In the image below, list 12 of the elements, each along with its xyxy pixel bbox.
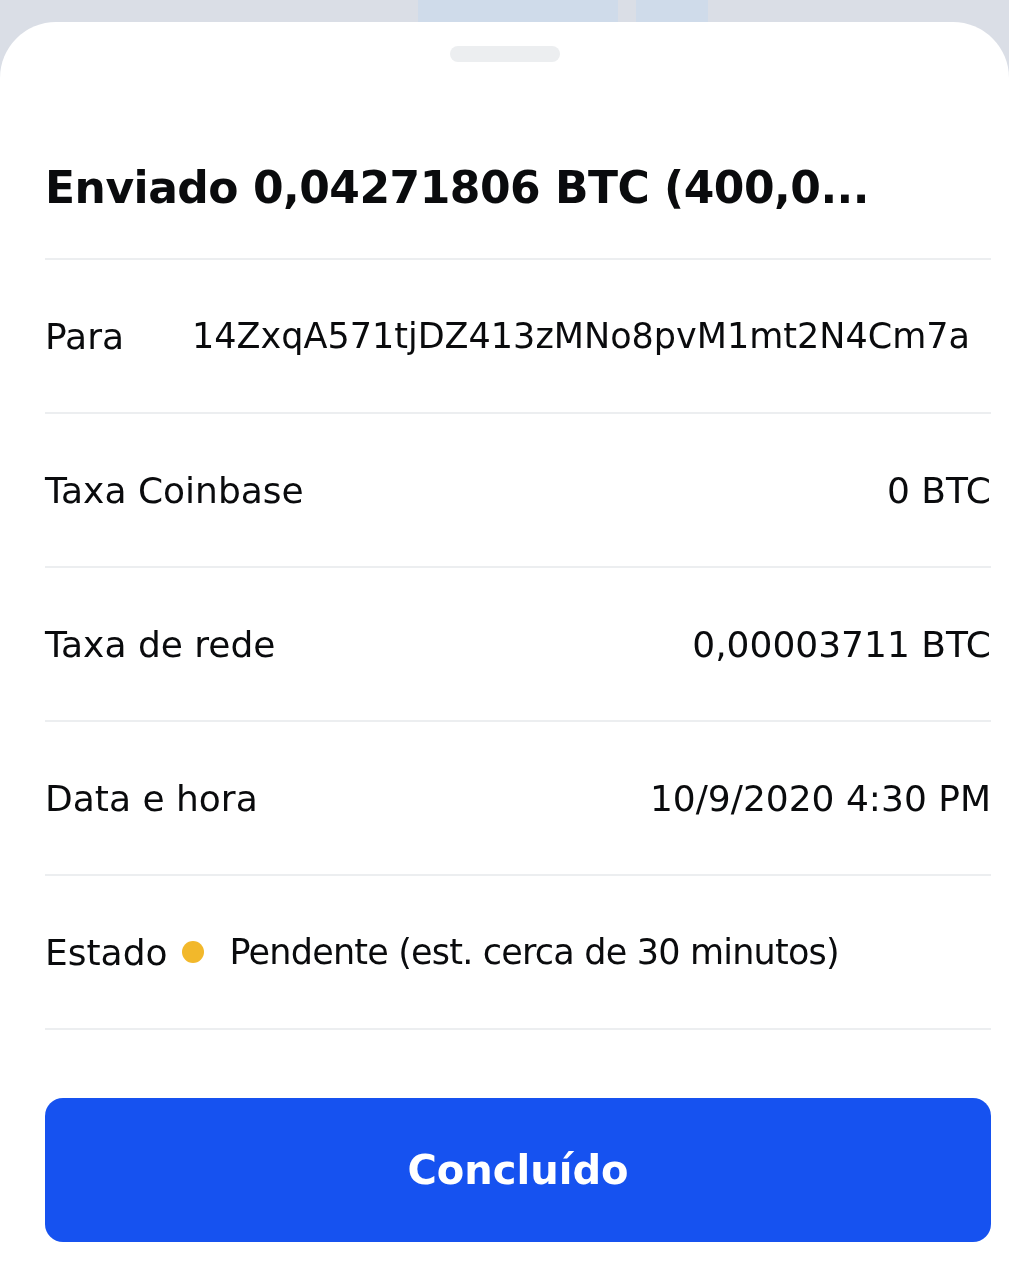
- row-value: 0 BTC: [886, 469, 991, 511]
- row-value: 14ZxqA571tjDZ413zMNo8pvM1mt2N4Cm7a: [192, 315, 970, 358]
- row-label: Taxa de rede: [45, 623, 276, 665]
- row-label: Estado: [45, 931, 168, 973]
- row-label: Para: [45, 315, 124, 357]
- done-button[interactable]: Concluído: [45, 1098, 991, 1242]
- sheet-title: Enviado 0,04271806 BTC (400,0...: [45, 166, 871, 210]
- row-label: Data e hora: [45, 777, 258, 819]
- row-label: Taxa Coinbase: [45, 469, 304, 511]
- status-value: Pendente (est. cerca de 30 minutos): [229, 932, 839, 972]
- row-value: 10/9/2020 4:30 PM: [649, 777, 991, 819]
- row-value: 0,00003711 BTC: [692, 623, 991, 665]
